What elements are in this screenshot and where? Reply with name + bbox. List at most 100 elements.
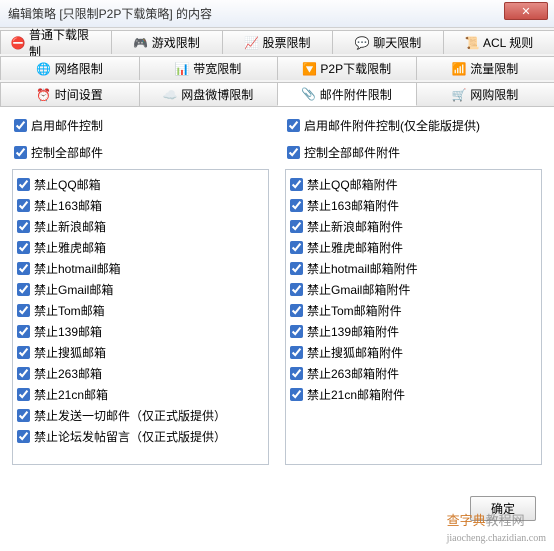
- tab-shopping[interactable]: 🛒 网购限制: [416, 82, 554, 106]
- attach-checkbox[interactable]: [290, 241, 303, 254]
- mail-checkbox[interactable]: [17, 388, 30, 401]
- tab-bandwidth[interactable]: 📊带宽限制: [139, 56, 279, 80]
- mail-item[interactable]: 禁止雅虎邮箱: [17, 237, 264, 258]
- mail-checkbox[interactable]: [17, 220, 30, 233]
- attach-item[interactable]: 禁止QQ邮箱附件: [290, 174, 537, 195]
- mail-label: 禁止发送一切邮件（仅正式版提供）: [34, 407, 226, 424]
- tab-chat-label: 聊天限制: [373, 34, 421, 51]
- mail-item[interactable]: 禁止论坛发帖留言（仅正式版提供）: [17, 426, 264, 447]
- close-icon: ✕: [521, 5, 530, 18]
- tab-traffic-icon: 📶: [452, 62, 466, 76]
- attach-item[interactable]: 禁止hotmail邮箱附件: [290, 258, 537, 279]
- mail-checkbox[interactable]: [17, 430, 30, 443]
- tab-chat[interactable]: 💬聊天限制: [332, 30, 444, 54]
- tab-bandwidth-icon: 📊: [175, 62, 189, 76]
- mail-checkbox[interactable]: [17, 325, 30, 338]
- tab-p2p[interactable]: 🔽 P2P下载限制: [277, 56, 417, 80]
- tab-network[interactable]: 🌐 网络限制: [0, 56, 140, 80]
- tab-stock[interactable]: 📈股票限制: [222, 30, 334, 54]
- mail-checkbox[interactable]: [17, 367, 30, 380]
- content-pane: 启用邮件控制 控制全部邮件 禁止QQ邮箱禁止163邮箱禁止新浪邮箱禁止雅虎邮箱禁…: [0, 107, 554, 473]
- mail-item[interactable]: 禁止Gmail邮箱: [17, 279, 264, 300]
- mail-checkbox[interactable]: [17, 178, 30, 191]
- mail-label: 禁止新浪邮箱: [34, 218, 106, 235]
- tab-netdisk[interactable]: ☁️网盘微博限制: [139, 82, 279, 106]
- control-all-attach-checkbox[interactable]: [287, 146, 300, 159]
- mail-checkbox[interactable]: [17, 283, 30, 296]
- enable-attach-control[interactable]: 启用邮件附件控制(仅全能版提供): [285, 115, 542, 136]
- attach-checkbox[interactable]: [290, 346, 303, 359]
- attach-checkbox[interactable]: [290, 325, 303, 338]
- mail-item[interactable]: 禁止263邮箱: [17, 363, 264, 384]
- enable-attach-checkbox[interactable]: [287, 119, 300, 132]
- mail-item[interactable]: 禁止QQ邮箱: [17, 174, 264, 195]
- control-all-attach-label: 控制全部邮件附件: [304, 144, 400, 161]
- mail-item[interactable]: 禁止搜狐邮箱: [17, 342, 264, 363]
- mail-label: 禁止论坛发帖留言（仅正式版提供）: [34, 428, 226, 445]
- tab-game[interactable]: 🎮游戏限制: [111, 30, 223, 54]
- mail-item[interactable]: 禁止发送一切邮件（仅正式版提供）: [17, 405, 264, 426]
- attach-item[interactable]: 禁止搜狐邮箱附件: [290, 342, 537, 363]
- enable-mail-control[interactable]: 启用邮件控制: [12, 115, 269, 136]
- attach-checkbox[interactable]: [290, 199, 303, 212]
- mail-item[interactable]: 禁止新浪邮箱: [17, 216, 264, 237]
- attach-checkbox[interactable]: [290, 304, 303, 317]
- tab-acl[interactable]: 📜ACL 规则: [443, 30, 554, 54]
- mail-checkbox[interactable]: [17, 304, 30, 317]
- attach-item[interactable]: 禁止263邮箱附件: [290, 363, 537, 384]
- attach-checkbox[interactable]: [290, 388, 303, 401]
- tab-shopping-icon: 🛒: [452, 88, 466, 102]
- attach-item[interactable]: 禁止139邮箱附件: [290, 321, 537, 342]
- attach-item[interactable]: 禁止Tom邮箱附件: [290, 300, 537, 321]
- tab-mail-attach-icon: 📎: [302, 87, 316, 101]
- mail-checkbox[interactable]: [17, 409, 30, 422]
- mail-label: 禁止163邮箱: [34, 197, 102, 214]
- tab-network-label: 网络限制: [55, 60, 103, 77]
- tab-time[interactable]: ⏰时间设置: [0, 82, 140, 106]
- tab-time-label: 时间设置: [55, 86, 103, 103]
- mail-item[interactable]: 禁止21cn邮箱: [17, 384, 264, 405]
- attach-checkbox[interactable]: [290, 367, 303, 380]
- mail-checkbox[interactable]: [17, 241, 30, 254]
- tab-traffic[interactable]: 📶流量限制: [416, 56, 554, 80]
- attach-label: 禁止雅虎邮箱附件: [307, 239, 403, 256]
- attach-checkbox[interactable]: [290, 220, 303, 233]
- attach-label: 禁止Tom邮箱附件: [307, 302, 402, 319]
- attach-checkbox[interactable]: [290, 283, 303, 296]
- attach-item[interactable]: 禁止163邮箱附件: [290, 195, 537, 216]
- attach-checkbox[interactable]: [290, 178, 303, 191]
- tab-mail-attach-label: 邮件附件限制: [320, 86, 392, 103]
- tab-network-icon: 🌐: [37, 62, 51, 76]
- mail-item[interactable]: 禁止139邮箱: [17, 321, 264, 342]
- attach-item[interactable]: 禁止21cn邮箱附件: [290, 384, 537, 405]
- control-all-mail[interactable]: 控制全部邮件: [12, 142, 269, 163]
- tab-p2p-label: P2P下载限制: [320, 60, 391, 77]
- watermark: 查字典教程网 jiaocheng.chazidian.com: [447, 510, 546, 545]
- tab-p2p-icon: 🔽: [302, 62, 316, 76]
- control-all-mail-checkbox[interactable]: [14, 146, 27, 159]
- tab-shopping-label: 网购限制: [470, 86, 518, 103]
- tab-mail-attach[interactable]: 📎 邮件附件限制: [277, 82, 417, 106]
- control-all-attach[interactable]: 控制全部邮件附件: [285, 142, 542, 163]
- attach-item[interactable]: 禁止雅虎邮箱附件: [290, 237, 537, 258]
- attach-label: 禁止搜狐邮箱附件: [307, 344, 403, 361]
- attach-item[interactable]: 禁止新浪邮箱附件: [290, 216, 537, 237]
- close-button[interactable]: ✕: [504, 2, 548, 20]
- mail-label: 禁止QQ邮箱: [34, 176, 101, 193]
- mail-label: 禁止21cn邮箱: [34, 386, 108, 403]
- mail-checkbox[interactable]: [17, 262, 30, 275]
- window-title: 编辑策略 [只限制P2P下载策略] 的内容: [8, 5, 212, 22]
- mail-label: 禁止263邮箱: [34, 365, 102, 382]
- mail-checkbox[interactable]: [17, 346, 30, 359]
- mail-item[interactable]: 禁止Tom邮箱: [17, 300, 264, 321]
- enable-mail-checkbox[interactable]: [14, 119, 27, 132]
- mail-item[interactable]: 禁止163邮箱: [17, 195, 264, 216]
- attach-checkbox[interactable]: [290, 262, 303, 275]
- mail-label: 禁止139邮箱: [34, 323, 102, 340]
- tab-game-icon: 🎮: [134, 36, 148, 50]
- mail-item[interactable]: 禁止hotmail邮箱: [17, 258, 264, 279]
- mail-checkbox[interactable]: [17, 199, 30, 212]
- attach-item[interactable]: 禁止Gmail邮箱附件: [290, 279, 537, 300]
- tab-download[interactable]: ⛔普通下载限制: [0, 30, 112, 54]
- attach-listbox: 禁止QQ邮箱附件禁止163邮箱附件禁止新浪邮箱附件禁止雅虎邮箱附件禁止hotma…: [285, 169, 542, 465]
